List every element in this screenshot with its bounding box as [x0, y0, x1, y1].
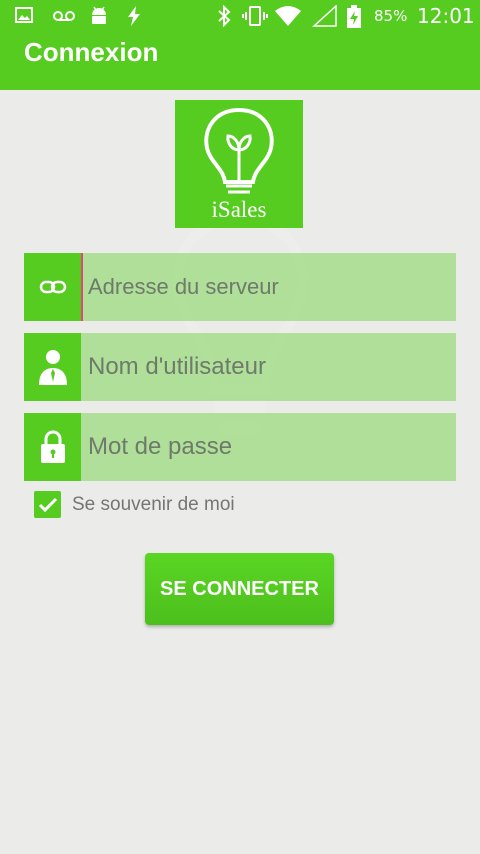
link-icon — [39, 280, 66, 294]
status-bar: 85% 12:01 — [0, 0, 480, 32]
image-icon — [15, 7, 33, 23]
battery-percent: 85% — [374, 7, 408, 25]
clock: 12:01 — [417, 4, 475, 28]
logo-text: iSales — [211, 197, 267, 222]
battery-charging-icon — [347, 5, 361, 28]
connect-button[interactable]: SE CONNECTER — [145, 553, 334, 625]
app-bar: Connexion — [0, 32, 480, 90]
username-field — [24, 333, 456, 401]
password-field-icon-box — [24, 413, 81, 481]
wifi-icon — [275, 6, 301, 26]
lightbulb-icon — [204, 107, 274, 194]
lock-icon — [40, 430, 65, 463]
server-field — [24, 253, 456, 321]
android-icon — [92, 6, 106, 24]
user-icon — [38, 350, 67, 385]
page-title: Connexion — [24, 37, 159, 67]
username-field-icon-box — [24, 333, 81, 401]
remember-me-label[interactable]: Se souvenir de moi — [72, 494, 235, 516]
password-field — [24, 413, 456, 481]
password-input[interactable] — [81, 413, 456, 481]
username-input[interactable] — [81, 333, 456, 401]
server-field-icon-box — [24, 253, 81, 321]
check-icon — [38, 497, 57, 512]
server-address-input[interactable] — [81, 253, 456, 321]
bluetooth-icon — [218, 5, 231, 27]
flash-icon — [128, 6, 140, 26]
remember-me-checkbox[interactable] — [34, 491, 61, 518]
voicemail-icon — [53, 11, 75, 21]
vibrate-icon — [242, 6, 268, 26]
app-logo: iSales — [175, 100, 303, 228]
signal-icon — [312, 5, 337, 27]
